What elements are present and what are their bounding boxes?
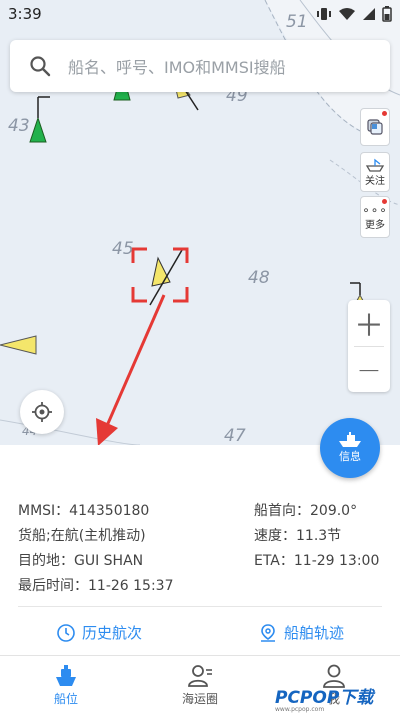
vessel-eta: ETA：11-29 13:00 xyxy=(254,553,380,569)
vessel-heading: 船首向：209.0° xyxy=(254,503,358,519)
info-button[interactable]: 信息 xyxy=(320,418,380,478)
ship-yellow-left xyxy=(0,335,37,355)
follow-button[interactable]: 关注 xyxy=(360,152,390,192)
vessel-destination: 目的地：GUI SHAN xyxy=(18,553,144,569)
layers-button[interactable] xyxy=(360,108,390,146)
depth-label: 48 xyxy=(248,268,270,288)
location-pin-icon xyxy=(261,623,275,642)
more-dots-icon: ∘∘∘ xyxy=(362,202,388,217)
selected-ship xyxy=(149,249,183,306)
zoom-out-button[interactable]: − xyxy=(348,347,390,393)
notification-dot xyxy=(382,111,387,116)
ship-track-label: 船舶轨迹 xyxy=(284,624,345,642)
annotation-arrow xyxy=(96,294,166,445)
wifi-icon xyxy=(339,8,355,20)
depth-label: 47 xyxy=(224,426,246,445)
divider xyxy=(18,606,382,607)
search-icon xyxy=(30,56,51,77)
depth-label: 45 xyxy=(112,239,134,259)
community-icon xyxy=(188,665,212,687)
vessel-mmsi: MMSI：414350180 xyxy=(18,503,150,519)
history-voyage-button[interactable]: 历史航次 xyxy=(56,622,142,643)
watermark-logo: PCPOP下载 www.pcpop.com xyxy=(275,688,374,713)
ship-icon xyxy=(339,432,361,447)
nav-ship-position[interactable]: 船位 xyxy=(26,662,106,707)
zoom-in-button[interactable]: ＋ xyxy=(348,300,390,346)
zoom-control: ＋ − xyxy=(348,300,390,392)
status-icons xyxy=(316,6,392,22)
locate-button[interactable] xyxy=(20,390,64,434)
nav-label: 船位 xyxy=(53,692,78,706)
signal-icon xyxy=(363,8,375,20)
status-bar: 3:39 xyxy=(0,0,400,30)
more-label: 更多 xyxy=(365,219,385,231)
crosshair-icon xyxy=(32,402,52,422)
notification-dot xyxy=(382,199,387,204)
nav-label: 海运圈 xyxy=(181,692,218,706)
vibrate-icon xyxy=(317,8,331,20)
history-voyage-label: 历史航次 xyxy=(82,624,143,642)
ship-follow-icon xyxy=(365,158,385,172)
depth-label: 43 xyxy=(8,116,30,136)
info-label: 信息 xyxy=(339,450,361,463)
vessel-speed: 速度：11.3节 xyxy=(254,528,342,544)
more-button[interactable]: ∘∘∘ 更多 xyxy=(360,196,390,238)
nav-shipping-circle[interactable]: 海运圈 xyxy=(160,662,240,707)
ship-icon xyxy=(56,665,76,686)
ship-search-bar[interactable]: 船名、呼号、IMO和MMSI搜船 xyxy=(10,40,390,92)
follow-label: 关注 xyxy=(365,175,385,187)
status-time: 3:39 xyxy=(8,5,42,23)
vessel-last-time: 最后时间：11-26 15:37 xyxy=(18,578,174,594)
vessel-type-status: 货船;在航(主机推动) xyxy=(18,528,146,544)
ship-green-1 xyxy=(29,96,50,143)
battery-icon xyxy=(382,6,392,22)
layers-icon xyxy=(367,119,383,135)
ship-track-button[interactable]: 船舶轨迹 xyxy=(258,622,344,643)
search-input-placeholder: 船名、呼号、IMO和MMSI搜船 xyxy=(68,58,286,77)
clock-icon xyxy=(57,623,75,642)
